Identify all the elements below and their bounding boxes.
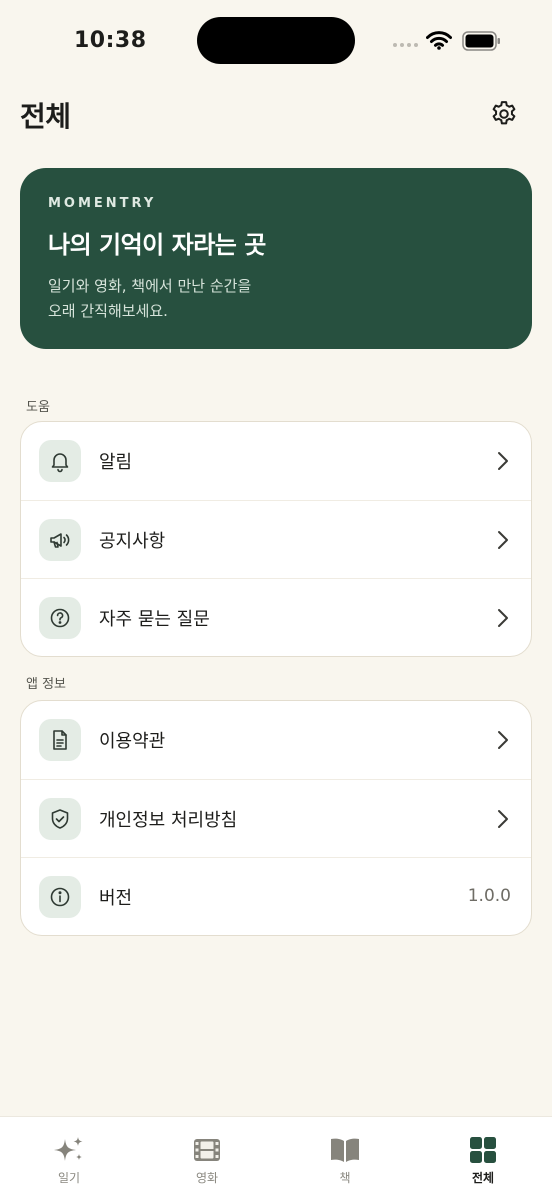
chevron-right-icon — [498, 609, 508, 627]
menu-item-label: 이용약관 — [99, 731, 166, 752]
menu-item-faq[interactable]: 자주 묻는 질문 — [21, 578, 531, 656]
grid-icon — [470, 1137, 496, 1163]
menu-item-version: 버전 1.0.0 — [21, 857, 531, 935]
film-icon — [194, 1139, 220, 1161]
app-info-menu-group: 이용약관 개인정보 처리방침 버전 1.0.0 — [20, 700, 532, 936]
tab-all[interactable]: 전체 — [414, 1117, 552, 1200]
section-label-help: 도움 — [26, 400, 50, 415]
chevron-right-icon — [498, 452, 508, 470]
screen: 10:38 전체 MOMENTRY 나의 기억이 자라는 곳 일기와 영화, 책… — [0, 0, 552, 1200]
hero-card: MOMENTRY 나의 기억이 자라는 곳 일기와 영화, 책에서 만난 순간을… — [20, 168, 532, 349]
hero-brand: MOMENTRY — [48, 196, 157, 211]
document-icon — [39, 719, 81, 761]
tab-label: 영화 — [195, 1171, 219, 1185]
status-time: 10:38 — [74, 28, 147, 53]
help-menu-group: 알림 공지사항 자주 묻는 질문 — [20, 421, 532, 657]
megaphone-icon — [39, 518, 81, 561]
menu-item-privacy-policy[interactable]: 개인정보 처리방침 — [21, 779, 531, 857]
menu-item-label: 알림 — [99, 452, 133, 473]
settings-button[interactable] — [486, 96, 522, 132]
hero-title: 나의 기억이 자라는 곳 — [48, 231, 266, 259]
gear-icon — [492, 101, 516, 125]
tab-label: 전체 — [471, 1171, 495, 1185]
tab-bar: 일기 영화 책 전체 — [0, 1116, 552, 1200]
menu-item-label: 버전 — [99, 887, 133, 909]
page-title: 전체 — [20, 100, 71, 133]
tab-book[interactable]: 책 — [276, 1117, 414, 1200]
menu-item-label: 공지사항 — [99, 530, 166, 552]
wifi-icon — [426, 31, 452, 50]
chevron-right-icon — [498, 810, 508, 828]
book-icon — [331, 1138, 359, 1162]
chevron-right-icon — [498, 731, 508, 749]
status-bar: 10:38 — [0, 0, 552, 84]
section-label-app-info: 앱 정보 — [26, 677, 67, 692]
shield-check-icon — [39, 797, 81, 840]
question-icon — [39, 596, 81, 639]
info-icon — [39, 875, 81, 918]
tab-label: 책 — [339, 1171, 351, 1185]
version-value: 1.0.0 — [467, 886, 511, 906]
menu-item-announcements[interactable]: 공지사항 — [21, 500, 531, 578]
menu-item-label: 자주 묻는 질문 — [99, 608, 210, 630]
cellular-signal-icon — [393, 43, 418, 47]
hero-description: 일기와 영화, 책에서 만난 순간을 오래 간직해보세요. — [48, 277, 252, 320]
menu-item-terms[interactable]: 이용약관 — [21, 701, 531, 779]
bell-icon — [39, 440, 81, 482]
tab-movie[interactable]: 영화 — [138, 1117, 276, 1200]
tab-diary[interactable]: 일기 — [0, 1117, 138, 1200]
sparkle-icon — [54, 1137, 83, 1161]
tab-label: 일기 — [57, 1171, 81, 1185]
menu-item-notifications[interactable]: 알림 — [21, 422, 531, 500]
battery-icon — [462, 31, 500, 51]
dynamic-island — [197, 17, 355, 64]
chevron-right-icon — [498, 531, 508, 549]
menu-item-label: 개인정보 처리방침 — [99, 809, 238, 831]
